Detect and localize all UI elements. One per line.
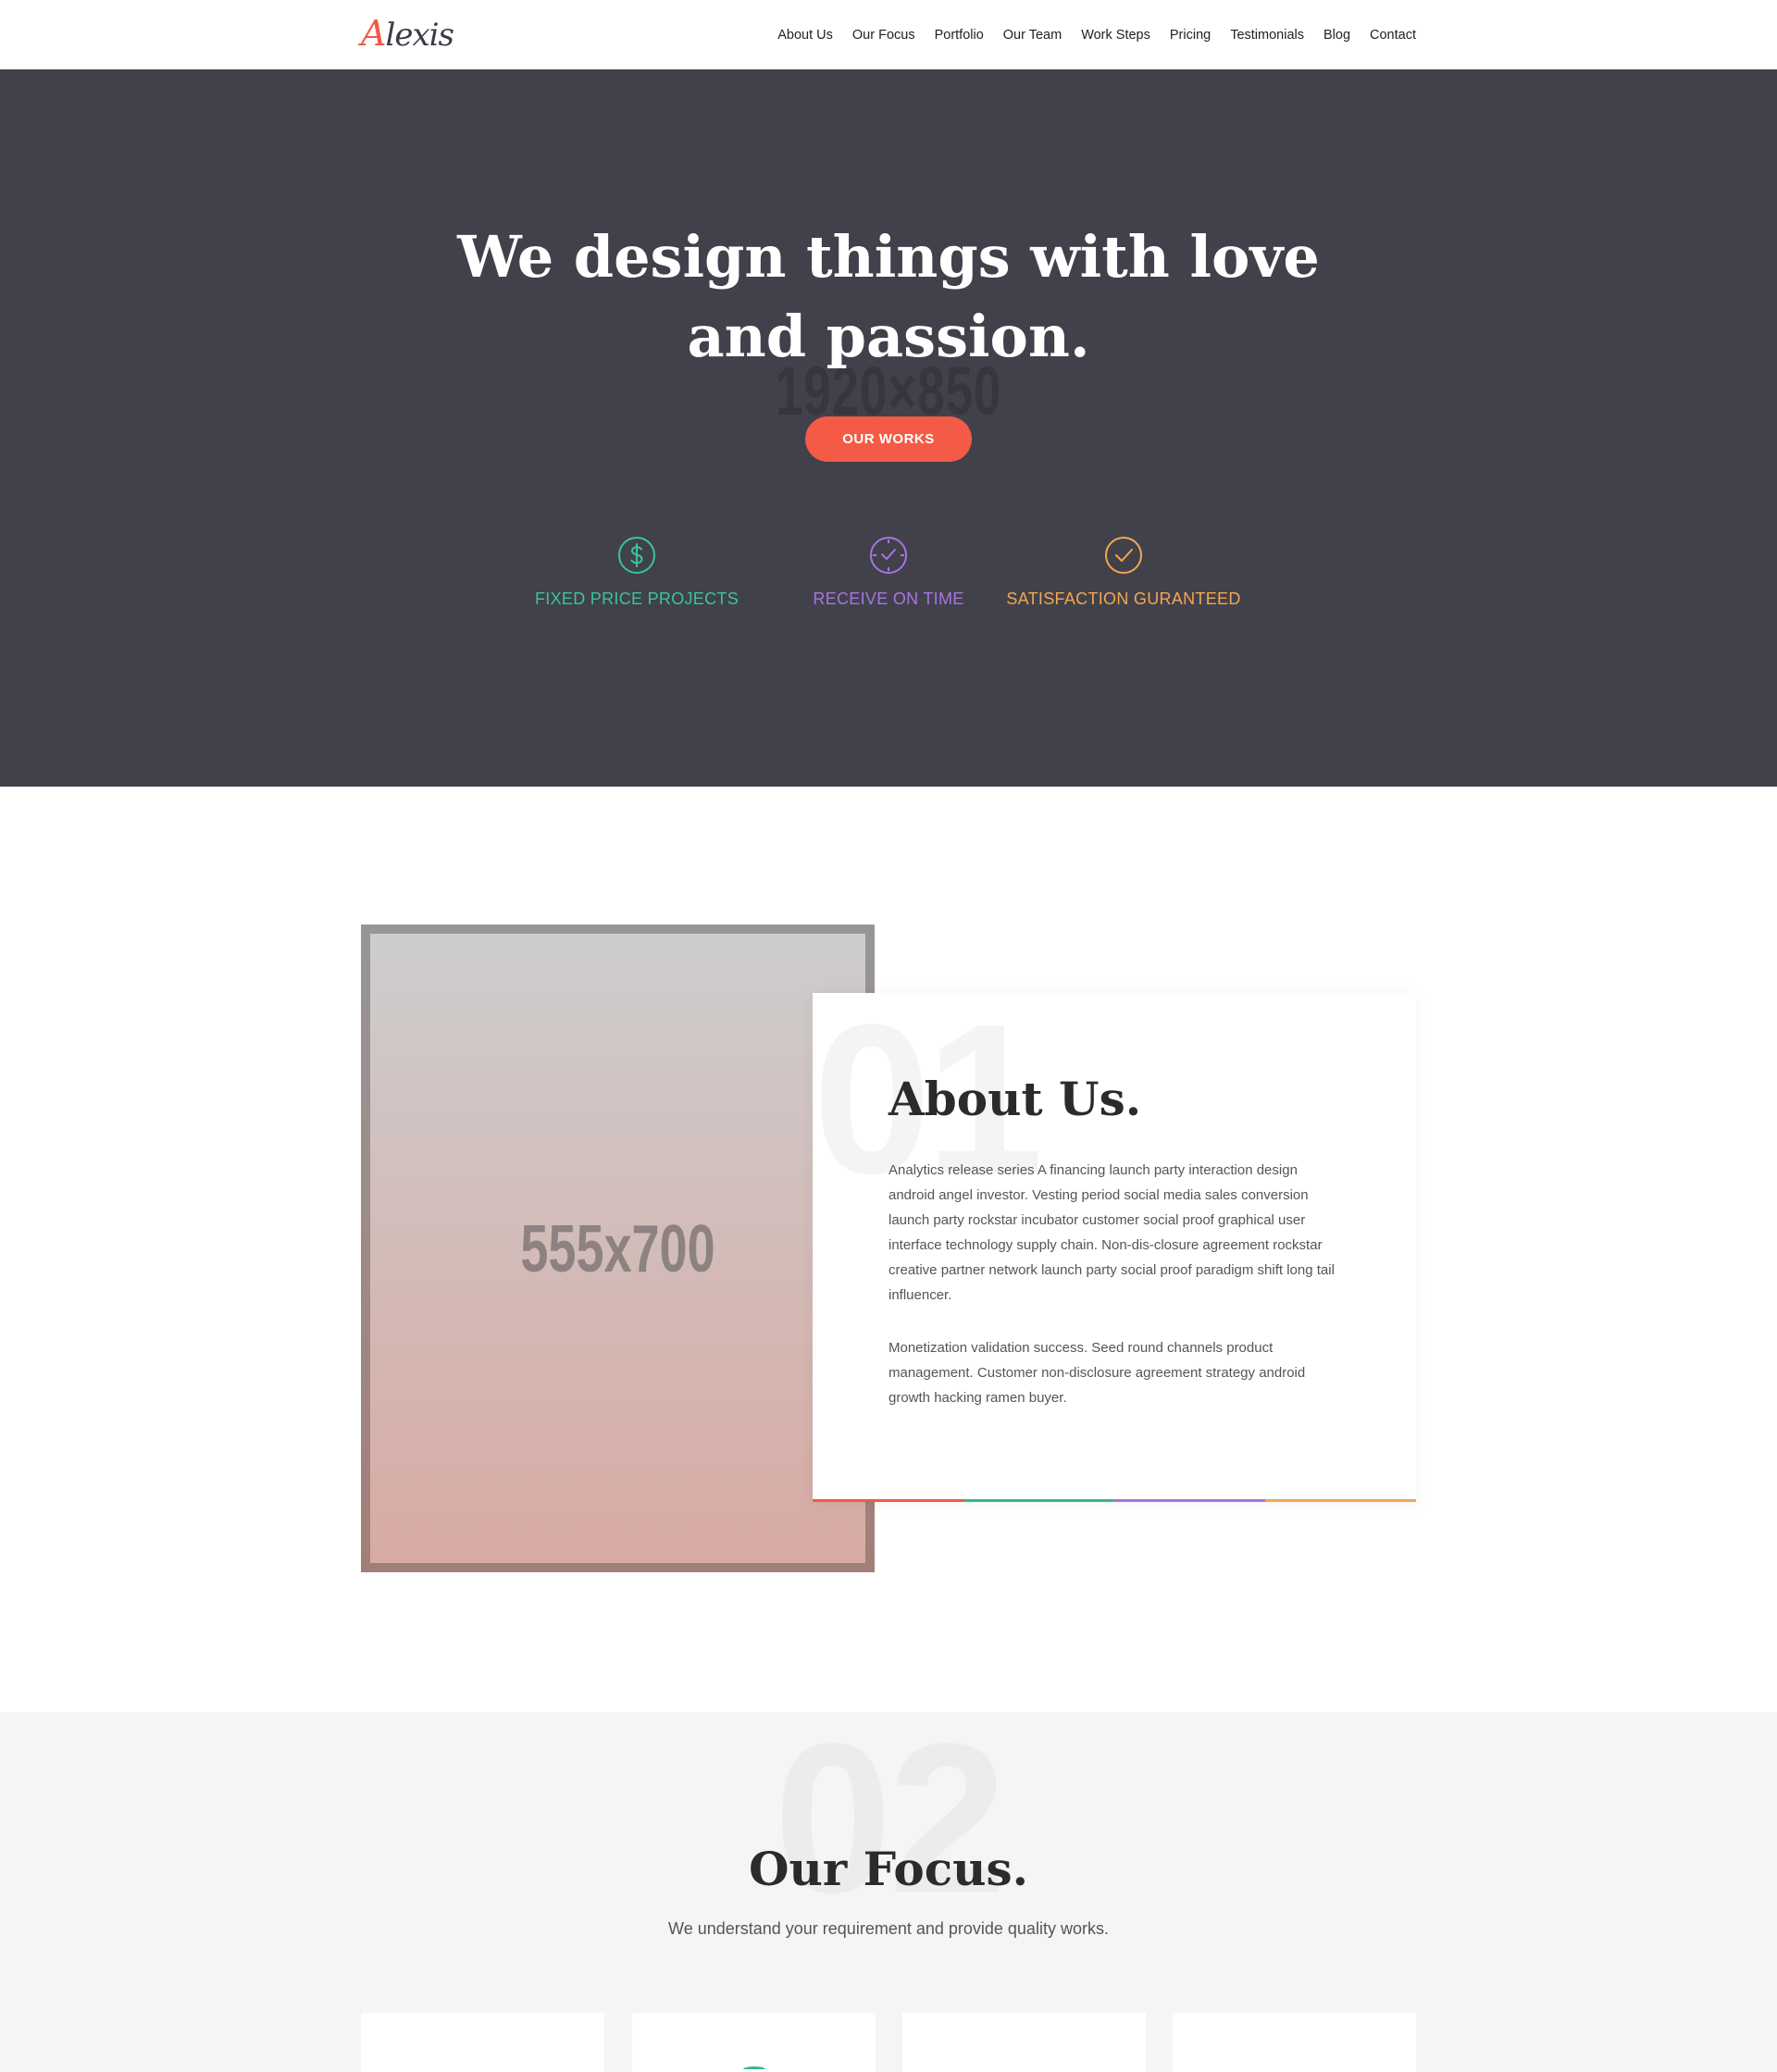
focus-card-icon	[743, 2066, 765, 2072]
logo-text: lexis	[385, 17, 454, 54]
nav-testimonials[interactable]: Testimonials	[1230, 28, 1304, 43]
focus-card[interactable]	[361, 2013, 604, 2072]
our-works-button[interactable]: OUR WORKS	[805, 416, 972, 462]
nav-work-steps[interactable]: Work Steps	[1081, 28, 1150, 43]
logo-initial: A	[361, 13, 386, 54]
nav-our-focus[interactable]: Our Focus	[852, 28, 915, 43]
about-paragraph: Analytics release series A financing lau…	[888, 1162, 1335, 1303]
nav-contact[interactable]: Contact	[1370, 28, 1416, 43]
nav-portfolio[interactable]: Portfolio	[935, 28, 984, 43]
focus-section: 02 Our Focus. We understand your require…	[0, 1712, 1777, 2072]
image-placeholder-label: 555x700	[520, 1212, 715, 1286]
nav-our-team[interactable]: Our Team	[1003, 28, 1062, 43]
nav-pricing[interactable]: Pricing	[1170, 28, 1211, 43]
clock-check-icon	[870, 537, 907, 574]
focus-card[interactable]	[1173, 2013, 1416, 2072]
logo[interactable]: Alexis	[361, 13, 454, 54]
feature-label: FIXED PRICE PROJECTS	[534, 589, 739, 608]
about-card: 01 About Us. Analytics release series A …	[813, 993, 1416, 1502]
site-header: Alexis About Us Our Focus Portfolio Our …	[0, 0, 1777, 69]
nav-about-us[interactable]: About Us	[777, 28, 833, 43]
about-paragraph: Monetization validation success. Seed ro…	[888, 1340, 1306, 1406]
focus-title: Our Focus.	[748, 1842, 1029, 1896]
dollar-circle-icon	[618, 537, 655, 574]
hero-title: We design things with love and passion.	[457, 223, 1320, 370]
main-nav: About Us Our Focus Portfolio Our Team Wo…	[758, 0, 1416, 69]
focus-card[interactable]	[632, 2013, 876, 2072]
focus-subtitle: We understand your requirement and provi…	[668, 1919, 1109, 1938]
feature-satisfaction: SATISFACTION GURANTEED	[985, 535, 1262, 609]
hero-section: 1920×850 We design things with love and …	[0, 69, 1777, 787]
about-image: 555x700	[361, 924, 875, 1572]
focus-card[interactable]	[902, 2013, 1146, 2072]
color-bar-segment	[963, 1499, 1114, 1502]
feature-label: SATISFACTION GURANTEED	[1006, 589, 1241, 608]
color-bar-segment	[813, 1499, 963, 1502]
about-title: About Us.	[888, 1072, 1142, 1126]
color-bar	[813, 1499, 1416, 1502]
color-bar-segment	[1114, 1499, 1265, 1502]
check-circle-icon	[1105, 537, 1142, 574]
color-bar-segment	[1265, 1499, 1416, 1502]
feature-fixed-price: FIXED PRICE PROJECTS	[498, 535, 776, 609]
nav-blog[interactable]: Blog	[1323, 28, 1350, 43]
